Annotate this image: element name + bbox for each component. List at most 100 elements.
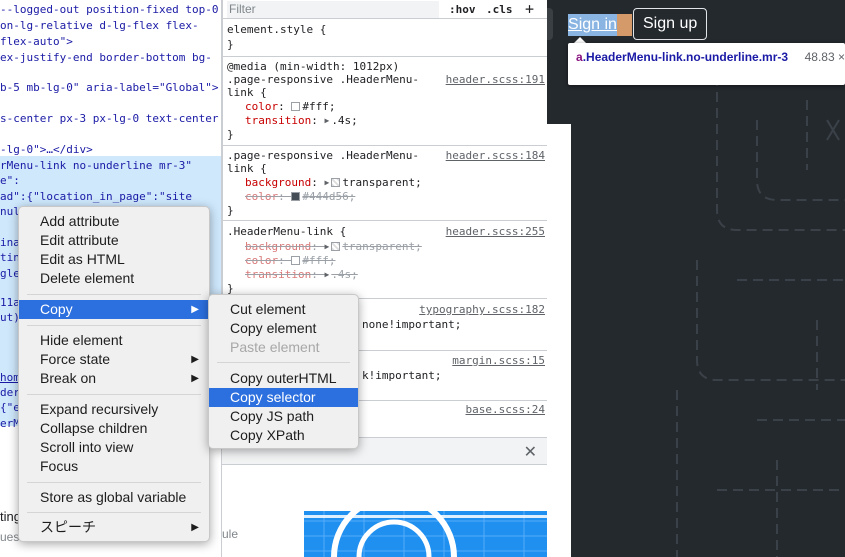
menu-item-cut-element[interactable]: Cut element <box>209 300 358 319</box>
property-value[interactable]: .4s; <box>331 114 358 127</box>
menu-item-copy-outerhtml[interactable]: Copy outerHTML <box>209 369 358 388</box>
sign-up-button[interactable]: Sign up <box>633 8 708 40</box>
css-property-overridden[interactable]: transition: ▶ .4s; <box>245 268 358 282</box>
menu-item-copy[interactable]: Copy ▶ <box>19 300 209 319</box>
expand-triangle-icon[interactable]: ▶ <box>324 176 329 190</box>
color-swatch[interactable] <box>291 192 301 201</box>
sign-in-link[interactable]: Sign in <box>568 14 617 36</box>
rule-source-link[interactable]: margin.scss:15 <box>452 354 545 368</box>
dom-line[interactable]: ina <box>0 236 20 250</box>
menu-item-copy-selector[interactable]: Copy selector <box>209 388 358 407</box>
dom-line[interactable]: b-5 mb-lg-0" aria-label="Global"> <box>0 81 219 95</box>
dom-line[interactable]: {"e <box>0 401 20 415</box>
inspect-tooltip: a.HeaderMenu-link.no-underline.mr-3 48.8… <box>568 43 845 85</box>
menu-item-edit-as-html[interactable]: Edit as HTML <box>19 250 209 269</box>
css-property[interactable]: transition: ▶ .4s; <box>245 114 358 128</box>
rule-selector[interactable]: .page-responsive .HeaderMenu- <box>227 149 419 163</box>
rule-selector[interactable]: link { <box>227 86 267 100</box>
search-field-edge[interactable] <box>547 8 553 40</box>
dom-line[interactable]: -lg-0">…</div> <box>0 143 93 157</box>
rule-source-link[interactable]: header.scss:255 <box>446 225 545 239</box>
css-property-overridden[interactable]: color: #fff; <box>245 254 336 268</box>
dom-line[interactable]: s-center px-3 px-lg-0 text-center <box>0 112 219 126</box>
menu-item-expand-recursively[interactable]: Expand recursively <box>19 400 209 419</box>
property-name[interactable]: background <box>245 240 311 253</box>
menu-item-label: Break on <box>40 370 97 386</box>
dom-line[interactable]: der <box>0 386 20 400</box>
page-text-fragment: ues <box>0 530 20 544</box>
menu-item-copy-element[interactable]: Copy element <box>209 319 358 338</box>
menu-item-hide-element[interactable]: Hide element <box>19 331 209 350</box>
color-swatch[interactable] <box>291 256 301 265</box>
dom-line[interactable]: ut) <box>0 311 20 325</box>
menu-item-break-on[interactable]: Break on ▶ <box>19 369 209 388</box>
rule-selector[interactable]: .page-responsive .HeaderMenu- <box>227 73 419 87</box>
property-value[interactable]: #444d56; <box>302 190 355 203</box>
dom-line[interactable]: hom <box>0 371 20 385</box>
rule-selector[interactable]: .HeaderMenu-link { <box>227 225 346 239</box>
property-name[interactable]: background <box>245 176 311 189</box>
property-value[interactable]: transparent; <box>342 176 421 189</box>
css-property-overridden[interactable]: background: ▶ transparent; <box>245 240 422 254</box>
styles-filter-input[interactable]: Filter <box>227 1 439 18</box>
property-value[interactable]: #fff; <box>302 100 335 113</box>
dom-line[interactable]: tin <box>0 251 20 265</box>
expand-triangle-icon[interactable]: ▶ <box>324 240 329 254</box>
class-toggle[interactable]: .cls <box>486 1 513 18</box>
close-icon[interactable]: ✕ <box>524 442 537 462</box>
css-property[interactable]: background: ▶ transparent; <box>245 176 422 190</box>
menu-item-force-state[interactable]: Force state ▶ <box>19 350 209 369</box>
property-name[interactable]: transition <box>245 268 311 281</box>
menu-item-store-as-global-variable[interactable]: Store as global variable <box>19 488 209 507</box>
dom-line[interactable]: e": <box>0 174 20 188</box>
dom-line[interactable]: ad":{"location_in_page":"site <box>0 190 192 204</box>
new-rule-button[interactable]: + <box>525 1 534 18</box>
menu-item-collapse-children[interactable]: Collapse children <box>19 419 209 438</box>
property-value[interactable]: transparent; <box>342 240 421 253</box>
property-value[interactable]: #fff; <box>302 254 335 267</box>
rule-close: } <box>227 128 234 141</box>
property-name[interactable]: color <box>245 100 278 113</box>
menu-separator <box>27 294 201 295</box>
menu-item-add-attribute[interactable]: Add attribute <box>19 212 209 231</box>
dom-line[interactable]: rMenu-link no-underline mr-3" <box>0 159 192 173</box>
property-value[interactable]: .4s; <box>331 268 358 281</box>
menu-item-label: Copy <box>40 301 73 317</box>
expand-triangle-icon[interactable]: ▶ <box>324 114 329 128</box>
css-property[interactable]: k!important; <box>362 369 441 383</box>
color-swatch[interactable] <box>331 178 341 187</box>
menu-item-copy-js-path[interactable]: Copy JS path <box>209 407 358 426</box>
css-property[interactable]: none!important; <box>362 318 461 332</box>
color-swatch[interactable] <box>291 102 301 111</box>
menu-item-edit-attribute[interactable]: Edit attribute <box>19 231 209 250</box>
expand-triangle-icon[interactable]: ▶ <box>324 268 329 282</box>
property-name[interactable]: color <box>245 190 278 203</box>
dom-line[interactable]: flex-auto"> <box>0 35 73 49</box>
rule-source-link[interactable]: header.scss:184 <box>446 149 545 163</box>
dom-line[interactable]: 11a <box>0 296 20 310</box>
menu-item-scroll-into-view[interactable]: Scroll into view <box>19 438 209 457</box>
dom-line[interactable]: erM <box>0 417 20 431</box>
color-swatch[interactable] <box>331 242 341 251</box>
rule-source-link[interactable]: header.scss:191 <box>446 73 545 87</box>
background-circuit-pattern <box>676 60 845 557</box>
menu-item-delete-element[interactable]: Delete element <box>19 269 209 288</box>
rule-source-link[interactable]: typography.scss:182 <box>419 303 545 317</box>
dom-line[interactable]: --logged-out position-fixed top-0 <box>0 3 219 17</box>
menu-item-focus[interactable]: Focus <box>19 457 209 476</box>
rule-selector[interactable]: link { <box>227 162 267 176</box>
hover-state-toggle[interactable]: :hov <box>449 1 476 18</box>
submenu-arrow-icon: ▶ <box>191 373 199 384</box>
dom-line[interactable]: ex-justify-end border-bottom bg- <box>0 51 212 65</box>
tooltip-selector: a.HeaderMenu-link.no-underline.mr-3 <box>576 50 791 65</box>
property-name[interactable]: color <box>245 254 278 267</box>
css-property[interactable]: color: #fff; <box>245 100 336 114</box>
property-name[interactable]: transition <box>245 114 311 127</box>
css-property-overridden[interactable]: color: #444d56; <box>245 190 355 204</box>
dom-line[interactable]: gle <box>0 267 20 281</box>
rule-source-link[interactable]: base.scss:24 <box>466 403 545 417</box>
dom-line[interactable]: on-lg-relative d-lg-flex flex- <box>0 19 199 33</box>
rule-selector[interactable]: element.style { <box>227 23 326 37</box>
menu-item-copy-xpath[interactable]: Copy XPath <box>209 426 358 445</box>
menu-item-speech[interactable]: スピーチ ▶ <box>19 518 209 537</box>
